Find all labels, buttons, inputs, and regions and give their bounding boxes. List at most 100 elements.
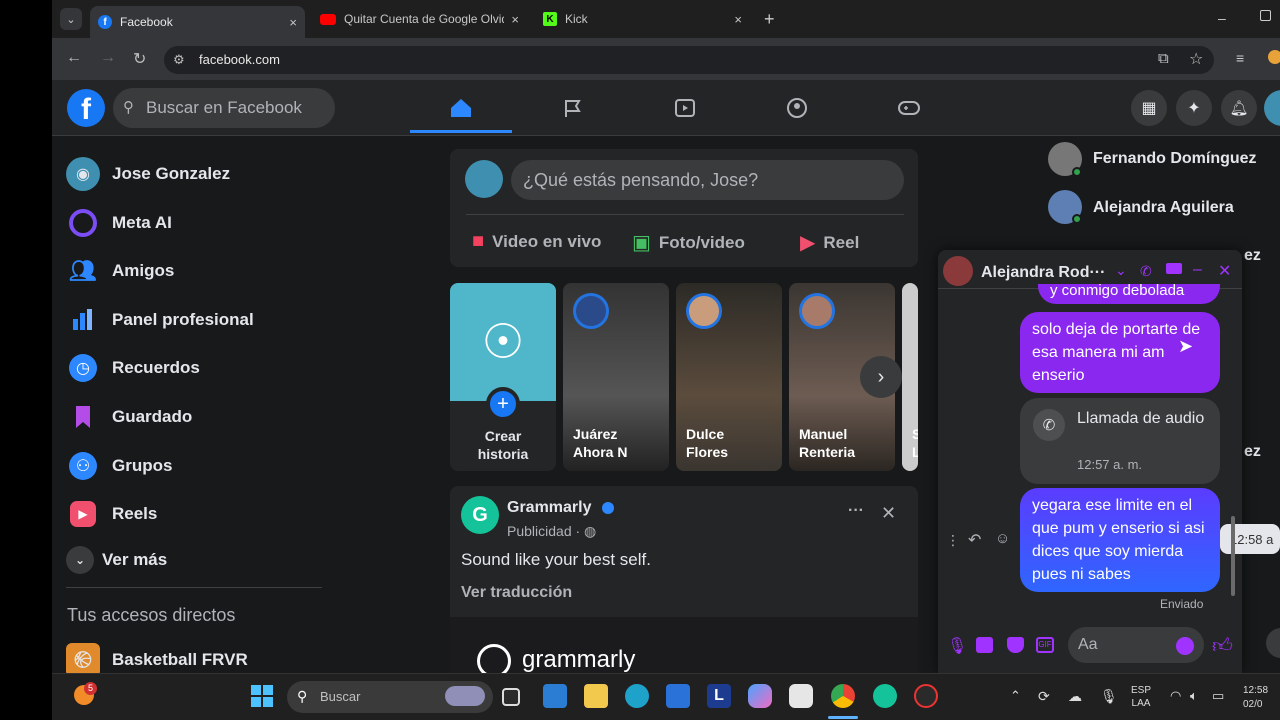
close-tab-icon[interactable]: ×: [289, 15, 297, 30]
recorder-app-icon[interactable]: [914, 684, 938, 708]
nav-groups-tab[interactable]: [786, 97, 808, 124]
message-bubble-partial[interactable]: y conmigo debolada: [1038, 284, 1220, 304]
more-options-icon[interactable]: ⋮: [946, 532, 960, 549]
minimize-window-icon[interactable]: –: [1218, 10, 1226, 26]
create-story-card[interactable]: ☉ + Crear historia: [450, 283, 556, 471]
story-card[interactable]: Dulce Flores: [676, 283, 782, 471]
emoji-picker-icon[interactable]: [1176, 637, 1194, 655]
microphone-icon[interactable]: 🎙︎: [947, 636, 967, 656]
edge-browser-icon[interactable]: [625, 684, 649, 708]
sticker-icon[interactable]: [1007, 637, 1024, 653]
battery-icon[interactable]: ▭: [1212, 688, 1224, 704]
sidebar-item-profile[interactable]: ◉ Jose Gonzalez: [66, 154, 230, 194]
story-card-partial[interactable]: SL: [902, 283, 918, 471]
grammarly-taskbar-icon[interactable]: [873, 684, 897, 708]
tab-kick[interactable]: K Kick ×: [535, 6, 750, 32]
chat-title[interactable]: Alejandra Rod···: [981, 264, 1105, 282]
tray-chevron-icon[interactable]: ⌃: [1010, 688, 1021, 704]
composer-input[interactable]: ¿Qué estás pensando, Jose?: [511, 160, 904, 200]
media-controls-icon[interactable]: ≡: [1236, 50, 1244, 66]
see-translation-link[interactable]: Ver traducción: [461, 584, 572, 602]
clock[interactable]: 12:58 02/0: [1243, 684, 1268, 712]
back-arrow-icon[interactable]: ←: [66, 49, 82, 67]
file-explorer-icon[interactable]: [584, 684, 608, 708]
post-author[interactable]: Grammarly: [507, 499, 592, 517]
wifi-icon[interactable]: ◠: [1170, 688, 1181, 704]
nav-video-tab[interactable]: [674, 97, 696, 124]
tray-cloud-icon[interactable]: ☁: [1068, 688, 1082, 705]
chat-scrollbar[interactable]: [1230, 296, 1236, 606]
sidebar-item-saved[interactable]: Guardado: [66, 397, 192, 437]
react-emoji-icon[interactable]: ☺: [995, 530, 1010, 547]
store-app-icon[interactable]: [666, 684, 690, 708]
tab-facebook[interactable]: f Facebook ×: [90, 6, 305, 38]
sidebar-item-groups[interactable]: ⚇ Grupos: [66, 446, 172, 486]
restore-window-icon[interactable]: [1260, 10, 1271, 21]
video-call-icon[interactable]: [1166, 263, 1182, 274]
notifications-button[interactable]: 🔔︎: [1221, 90, 1257, 126]
site-info-icon[interactable]: ⚙: [173, 52, 185, 68]
close-tab-icon[interactable]: ×: [511, 12, 519, 27]
scrollbar-thumb[interactable]: [1231, 516, 1235, 596]
grammarly-avatar[interactable]: G: [461, 496, 499, 534]
chat-avatar[interactable]: [943, 256, 973, 286]
profile-avatar-icon[interactable]: [1268, 50, 1280, 64]
stories-next-button[interactable]: ›: [860, 356, 902, 398]
install-app-icon[interactable]: ⧉: [1158, 50, 1169, 67]
nav-pages-tab[interactable]: [562, 97, 584, 124]
facebook-logo[interactable]: f: [67, 89, 105, 127]
close-chat-icon[interactable]: ✕: [1218, 261, 1231, 281]
windows-start-icon[interactable]: [251, 685, 273, 707]
address-bar[interactable]: [164, 46, 1214, 74]
photo-attach-icon[interactable]: [976, 637, 993, 653]
mouse-cursor-icon: ➤: [1178, 336, 1194, 356]
post-close-button[interactable]: ✕: [881, 503, 896, 524]
sidebar-item-friends[interactable]: 👥︎ Amigos: [66, 251, 174, 291]
tab-search-button[interactable]: ⌄: [60, 8, 82, 30]
chevron-down-icon[interactable]: ⌄: [1115, 262, 1127, 279]
contact-name[interactable]: Fernando Domínguez: [1093, 150, 1257, 168]
messenger-button[interactable]: ✦: [1176, 90, 1212, 126]
live-video-button[interactable]: ■ Video en vivo: [472, 230, 601, 253]
composer-avatar[interactable]: [465, 160, 503, 198]
chrome-icon[interactable]: [831, 684, 855, 708]
sidebar-item-memories[interactable]: ◷ Recuerdos: [66, 348, 200, 388]
task-view-icon[interactable]: [502, 688, 520, 706]
minimize-chat-icon[interactable]: –: [1193, 261, 1202, 279]
message-bubble-outgoing[interactable]: yegara ese limite en el que pum y enseri…: [1020, 488, 1220, 592]
thumbs-up-icon[interactable]: 👍︎: [1212, 634, 1233, 658]
menu-grid-button[interactable]: ▦: [1131, 90, 1167, 126]
nav-gaming-tab[interactable]: [898, 97, 920, 124]
tab-youtube[interactable]: Quitar Cuenta de Google Olvid ×: [312, 6, 527, 32]
bookmark-star-icon[interactable]: ☆: [1189, 49, 1203, 69]
speaker-icon[interactable]: 🔈︎: [1190, 688, 1198, 704]
forward-arrow-icon[interactable]: →: [100, 49, 116, 67]
contact-name-partial[interactable]: ez: [1244, 247, 1261, 265]
reply-icon[interactable]: ↶: [968, 530, 981, 550]
url-text[interactable]: facebook.com: [199, 52, 280, 67]
tray-mic-icon[interactable]: 🎙︎: [1100, 688, 1118, 705]
copilot-icon[interactable]: [748, 684, 772, 708]
photo-video-button[interactable]: ▣ Foto/video: [632, 230, 745, 255]
reload-icon[interactable]: ↻: [133, 49, 146, 69]
post-more-button[interactable]: ···: [848, 502, 864, 520]
sidebar-item-dashboard[interactable]: Panel profesional: [66, 300, 254, 340]
story-card[interactable]: Juárez Ahora N: [563, 283, 669, 471]
sidebar-item-reels[interactable]: ▶ Reels: [66, 494, 157, 534]
post-media[interactable]: [450, 617, 918, 673]
phone-call-icon[interactable]: ✆: [1140, 263, 1152, 280]
close-tab-icon[interactable]: ×: [734, 12, 742, 27]
nav-home-tab[interactable]: [410, 82, 512, 132]
l-app-icon[interactable]: L: [707, 684, 731, 708]
game-app-icon[interactable]: [789, 684, 813, 708]
gif-icon[interactable]: GIF: [1036, 637, 1054, 653]
language-indicator[interactable]: ESP LAA: [1131, 684, 1151, 710]
contact-name[interactable]: Alejandra Aguilera: [1093, 199, 1234, 217]
sidebar-see-more[interactable]: ⌄ Ver más: [66, 540, 167, 580]
new-tab-button[interactable]: +: [764, 9, 775, 30]
reel-button[interactable]: ▶ Reel: [800, 230, 859, 255]
contact-name-partial[interactable]: ez: [1244, 443, 1261, 461]
sidebar-item-meta-ai[interactable]: Meta AI: [66, 203, 172, 243]
mail-app-icon[interactable]: [543, 684, 567, 708]
tray-sync-icon[interactable]: ⟳: [1038, 688, 1050, 705]
